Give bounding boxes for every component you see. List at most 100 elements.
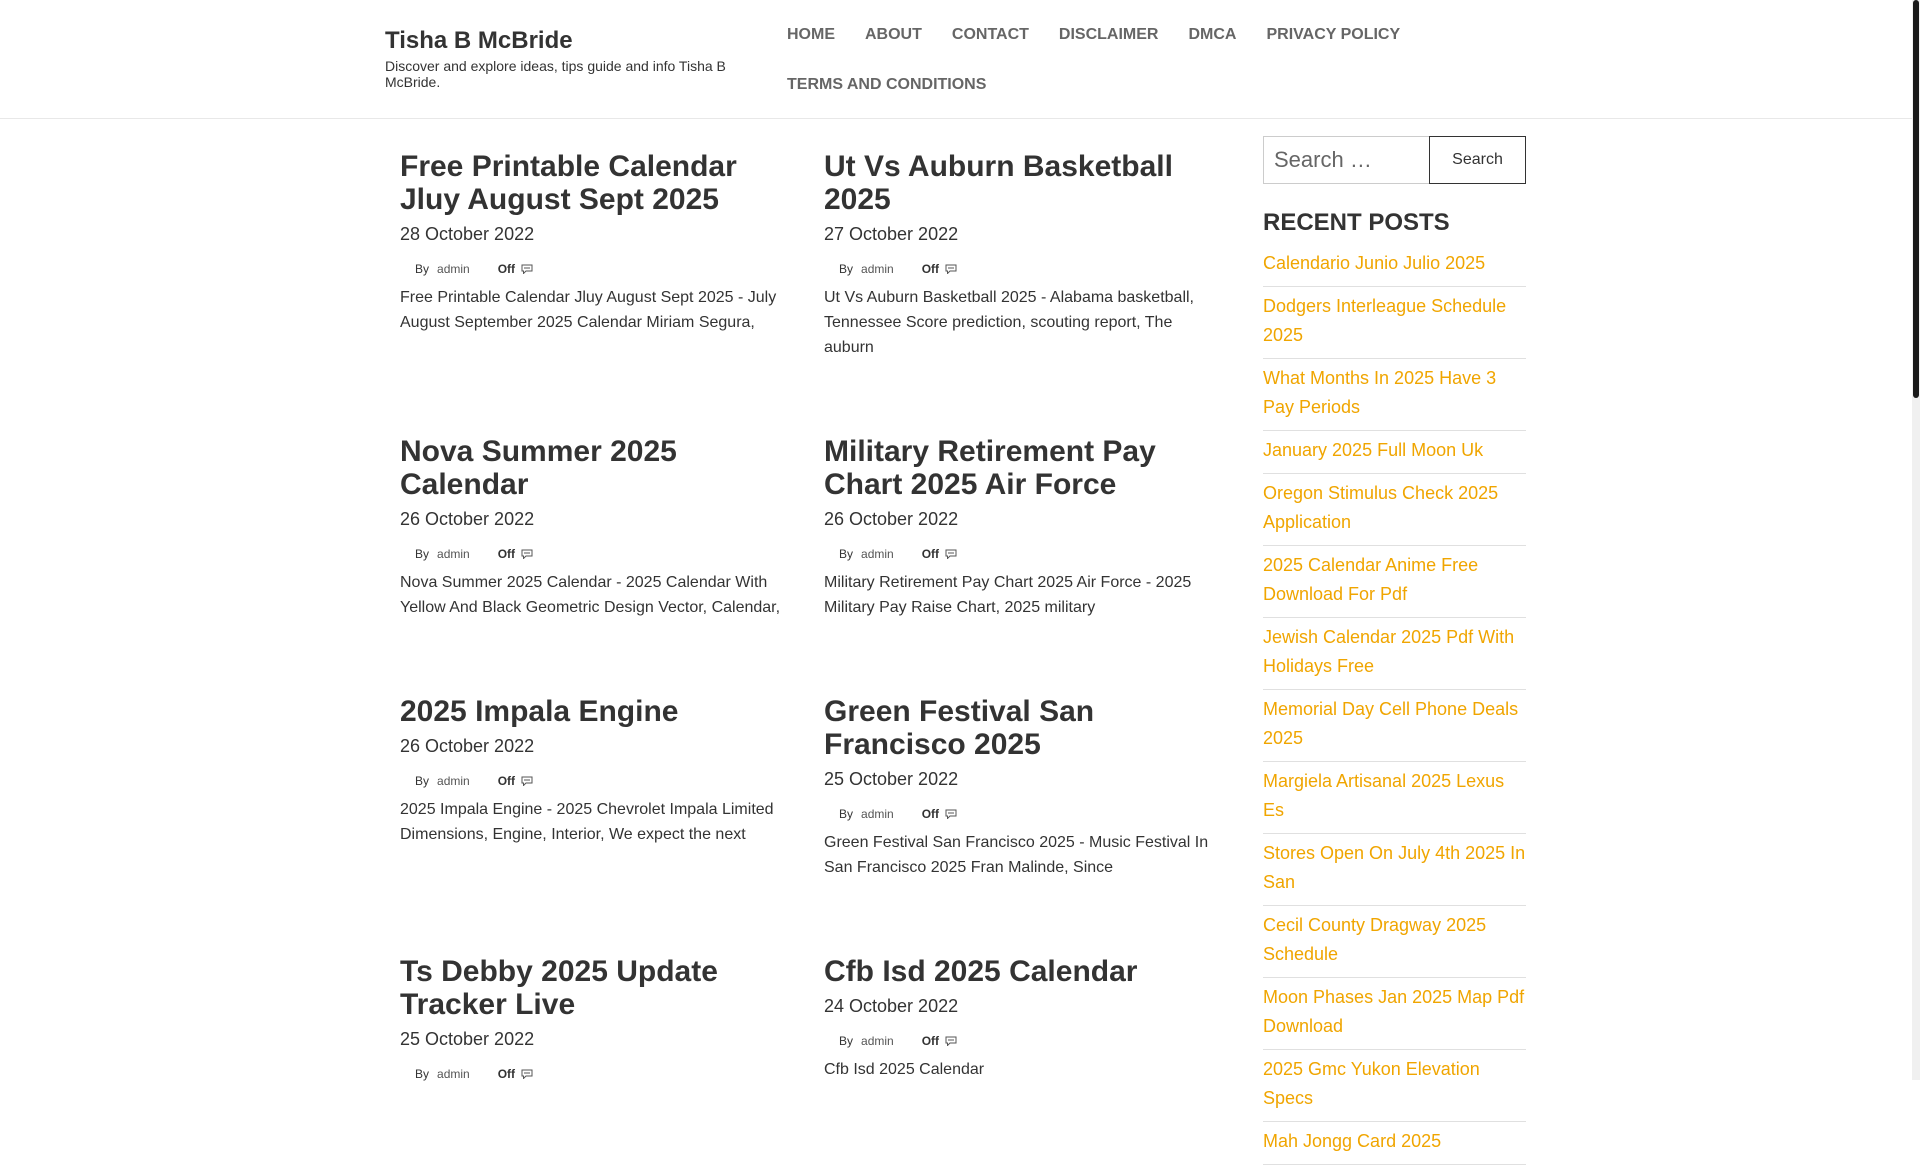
post-card: Cfb Isd 2025 Calendar 24 October 2022 By ad…: [824, 955, 1224, 1082]
recent-post-link[interactable]: Stores Open On July 4th 2025 In San: [1263, 834, 1526, 906]
post-date: 26 October 2022: [824, 509, 959, 529]
post-title[interactable]: Green Festival San Francisco 2025: [824, 695, 1224, 761]
post-comments-status: Off: [921, 547, 940, 561]
post-excerpt: Free Printable Calendar Jluy August Sept…: [400, 289, 777, 331]
comment-bubble-icon: [521, 1069, 533, 1079]
recent-post-link[interactable]: Oregon Stimulus Check 2025 Application: [1263, 474, 1526, 546]
sidebar: Search RECENT POSTS Calendario Junio Jul…: [1263, 136, 1526, 1165]
comment-bubble-icon: [945, 1036, 957, 1046]
post-excerpt: Green Festival San Francisco 2025 - Musi…: [824, 834, 1209, 876]
site-description: Discover and explore ideas, tips guide a…: [385, 58, 726, 90]
recent-post-link[interactable]: January 2025 Full Moon Uk: [1263, 431, 1526, 474]
post-excerpt: Ut Vs Auburn Basketball 2025 - Alabama b…: [824, 289, 1194, 356]
nav-item-privacy-policy[interactable]: PRIVACY POLICY: [1251, 10, 1415, 60]
post-title[interactable]: Ut Vs Auburn Basketball 2025: [824, 150, 1224, 216]
post-author-link[interactable]: admin: [437, 1064, 470, 1084]
post-date: 26 October 2022: [400, 736, 535, 756]
post-card: Ts Debby 2025 Update Tracker Live 25 Octo…: [400, 955, 800, 1084]
nav-item-disclaimer[interactable]: DISCLAIMER: [1044, 10, 1174, 60]
post-author-link[interactable]: admin: [861, 259, 894, 279]
post-date: 25 October 2022: [824, 769, 959, 789]
comment-bubble-icon: [521, 264, 533, 274]
main-navigation: HOME ABOUT CONTACT DISCLAIMER DMCA PRIVA…: [772, 10, 1512, 110]
post-by-label: By: [415, 262, 430, 276]
post-card: Free Printable Calendar Jluy August Sept…: [400, 150, 800, 335]
nav-item-dmca[interactable]: DMCA: [1173, 10, 1251, 60]
post-title[interactable]: Nova Summer 2025 Calendar: [400, 435, 800, 501]
scrollbar-thumb[interactable]: [1913, 0, 1919, 398]
nav-item-contact[interactable]: CONTACT: [937, 10, 1044, 60]
recent-post-link[interactable]: Calendario Junio Julio 2025: [1263, 244, 1526, 287]
post-meta: By admin Off: [400, 1064, 800, 1084]
nav-item-about[interactable]: ABOUT: [850, 10, 937, 60]
recent-post-link[interactable]: Memorial Day Cell Phone Deals 2025: [1263, 690, 1526, 762]
post-title[interactable]: Free Printable Calendar Jluy August Sept…: [400, 150, 800, 216]
user-icon: [400, 548, 415, 560]
post-card: Military Retirement Pay Chart 2025 Air F…: [824, 435, 1224, 620]
post-author-link[interactable]: admin: [437, 259, 470, 279]
recent-posts-list: Calendario Junio Julio 2025 Dodgers Inter…: [1263, 244, 1526, 1165]
post-author-link[interactable]: admin: [437, 544, 470, 564]
user-icon: [824, 1035, 839, 1047]
post-comments-status: Off: [497, 547, 516, 561]
post-card: Nova Summer 2025 Calendar 26 October 2022…: [400, 435, 800, 620]
search-input[interactable]: [1263, 136, 1429, 184]
post-comments-status: Off: [497, 774, 516, 788]
post-title[interactable]: Cfb Isd 2025 Calendar: [824, 955, 1224, 988]
recent-post-link[interactable]: Jewish Calendar 2025 Pdf With Holidays F…: [1263, 618, 1526, 690]
post-author-link[interactable]: admin: [437, 771, 470, 791]
nav-item-home[interactable]: HOME: [772, 10, 850, 60]
scrollbar-track[interactable]: [1912, 0, 1920, 1080]
comment-bubble-icon: [521, 776, 533, 786]
search-button[interactable]: Search: [1429, 136, 1526, 184]
post-title[interactable]: Military Retirement Pay Chart 2025 Air F…: [824, 435, 1224, 501]
post-meta: By admin Off: [824, 259, 1224, 279]
post-date: 25 October 2022: [400, 1029, 535, 1049]
user-icon: [400, 775, 415, 787]
recent-post-link[interactable]: Mah Jongg Card 2025: [1263, 1122, 1526, 1165]
recent-post-link[interactable]: 2025 Gmc Yukon Elevation Specs: [1263, 1050, 1526, 1122]
recent-post-link[interactable]: Moon Phases Jan 2025 Map Pdf Download: [1263, 978, 1526, 1050]
site-title[interactable]: Tisha B McBride: [385, 26, 755, 56]
comment-bubble-icon: [945, 264, 957, 274]
post-title[interactable]: 2025 Impala Engine: [400, 695, 800, 728]
post-excerpt: Cfb Isd 2025 Calendar: [824, 1061, 985, 1078]
post-card: Green Festival San Francisco 2025 25 Octo…: [824, 695, 1224, 880]
post-date: 24 October 2022: [824, 996, 959, 1016]
post-date: 28 October 2022: [400, 224, 535, 244]
comment-bubble-icon: [945, 809, 957, 819]
user-icon: [824, 548, 839, 560]
post-date: 26 October 2022: [400, 509, 535, 529]
post-meta: By admin Off: [400, 544, 800, 564]
site-header: Tisha B McBride Discover and explore ide…: [0, 0, 1912, 119]
post-excerpt: Nova Summer 2025 Calendar - 2025 Calenda…: [400, 574, 781, 616]
post-author-link[interactable]: admin: [861, 1031, 894, 1051]
post-by-label: By: [415, 547, 430, 561]
post-meta: By admin Off: [400, 259, 800, 279]
recent-post-link[interactable]: 2025 Calendar Anime Free Download For Pd…: [1263, 546, 1526, 618]
post-meta: By admin Off: [400, 771, 800, 791]
nav-item-terms-and-conditions[interactable]: TERMS AND CONDITIONS: [772, 60, 1001, 110]
post-comments-status: Off: [921, 262, 940, 276]
post-card: Ut Vs Auburn Basketball 2025 27 October 2…: [824, 150, 1224, 360]
recent-post-link[interactable]: Cecil County Dragway 2025 Schedule: [1263, 906, 1526, 978]
post-title[interactable]: Ts Debby 2025 Update Tracker Live: [400, 955, 800, 1021]
recent-post-link[interactable]: Margiela Artisanal 2025 Lexus Es: [1263, 762, 1526, 834]
post-excerpt: 2025 Impala Engine - 2025 Chevrolet Impa…: [400, 801, 774, 843]
post-date: 27 October 2022: [824, 224, 959, 244]
post-meta: By admin Off: [824, 804, 1224, 824]
user-icon: [400, 263, 415, 275]
post-author-link[interactable]: admin: [861, 804, 894, 824]
user-icon: [824, 808, 839, 820]
recent-post-link[interactable]: What Months In 2025 Have 3 Pay Periods: [1263, 359, 1526, 431]
post-author-link[interactable]: admin: [861, 544, 894, 564]
search-form: Search: [1263, 136, 1526, 184]
post-meta: By admin Off: [824, 544, 1224, 564]
recent-post-link[interactable]: Dodgers Interleague Schedule 2025: [1263, 287, 1526, 359]
user-icon: [824, 263, 839, 275]
post-excerpt: Military Retirement Pay Chart 2025 Air F…: [824, 574, 1192, 616]
post-by-label: By: [415, 774, 430, 788]
post-comments-status: Off: [921, 1034, 940, 1048]
post-card: 2025 Impala Engine 26 October 2022 By admin…: [400, 695, 800, 847]
post-by-label: By: [839, 807, 854, 821]
